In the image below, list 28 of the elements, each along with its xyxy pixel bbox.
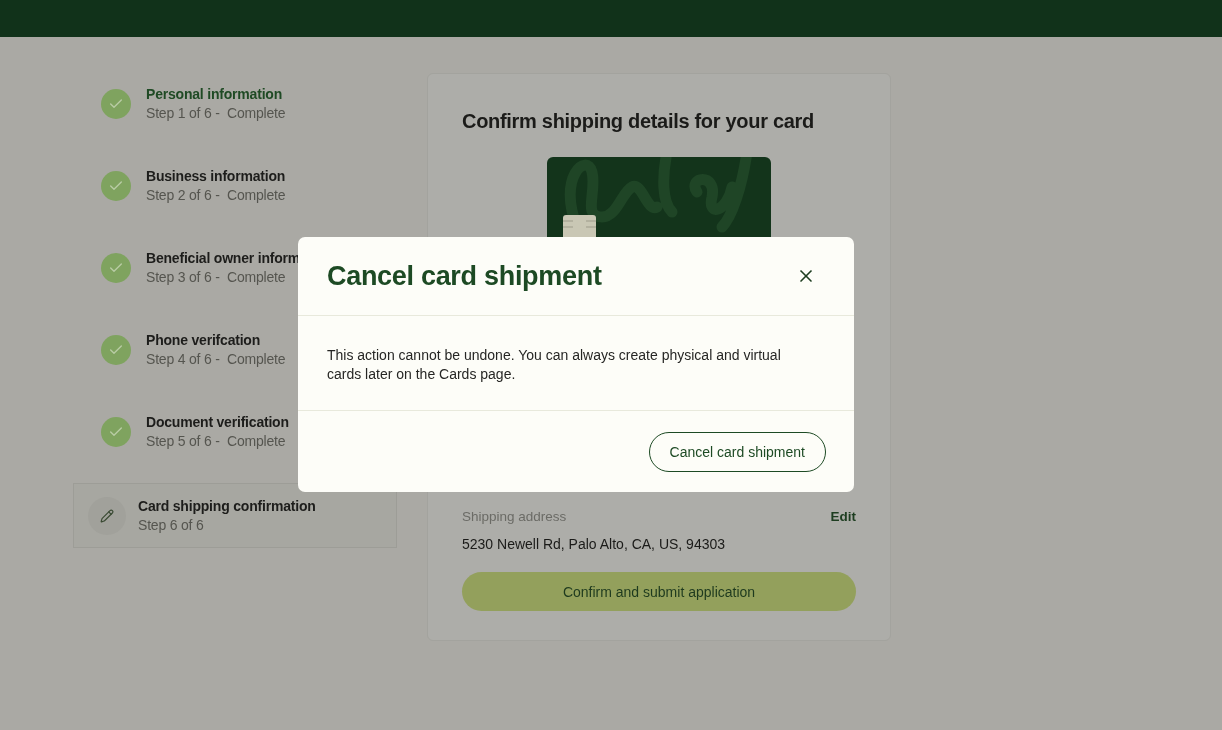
check-icon — [101, 416, 131, 447]
check-icon — [101, 170, 131, 201]
edit-link[interactable]: Edit — [830, 509, 856, 524]
submit-button[interactable]: Confirm and submit application — [462, 572, 856, 611]
step-title: Card shipping confirmation — [138, 498, 316, 514]
step-title: Personal information — [146, 86, 284, 102]
step-title: Beneficial owner inform — [146, 250, 301, 266]
check-icon — [101, 334, 131, 365]
step-title: Document verification — [146, 414, 289, 430]
step-item[interactable]: Personal information Step 1 of 6 - Complete — [73, 73, 397, 134]
step-subtitle: Step 5 of 6 - Complete — [146, 433, 287, 449]
step-subtitle: Step 2 of 6 - Complete — [146, 187, 286, 203]
step-subtitle: Step 1 of 6 - Complete — [146, 105, 286, 121]
shipping-address: 5230 Newell Rd, Palo Alto, CA, US, 94303 — [462, 536, 727, 552]
dialog-message: This action cannot be undone. You can always create physical and virtual cards later on the Cards page. — [298, 316, 854, 411]
step-subtitle: Step 4 of 6 - Complete — [146, 351, 286, 367]
dialog-title: Cancel card shipment — [327, 260, 602, 292]
step-item[interactable]: Card shipping confirmation Step 6 of 6 — [73, 483, 397, 548]
pencil-icon — [88, 496, 126, 535]
panel-title: Confirm shipping details for your card — [462, 110, 815, 132]
step-title: Business information — [146, 168, 286, 184]
step-title: Phone verifcation — [146, 332, 262, 348]
check-icon — [101, 252, 131, 283]
step-subtitle: Step 3 of 6 - Complete — [146, 269, 287, 285]
step-subtitle: Step 6 of 6 — [138, 517, 205, 533]
step-item[interactable]: Business information Step 2 of 6 - Complete — [73, 155, 397, 216]
check-icon — [101, 88, 131, 119]
shipping-address-label: Shipping address — [462, 509, 567, 524]
